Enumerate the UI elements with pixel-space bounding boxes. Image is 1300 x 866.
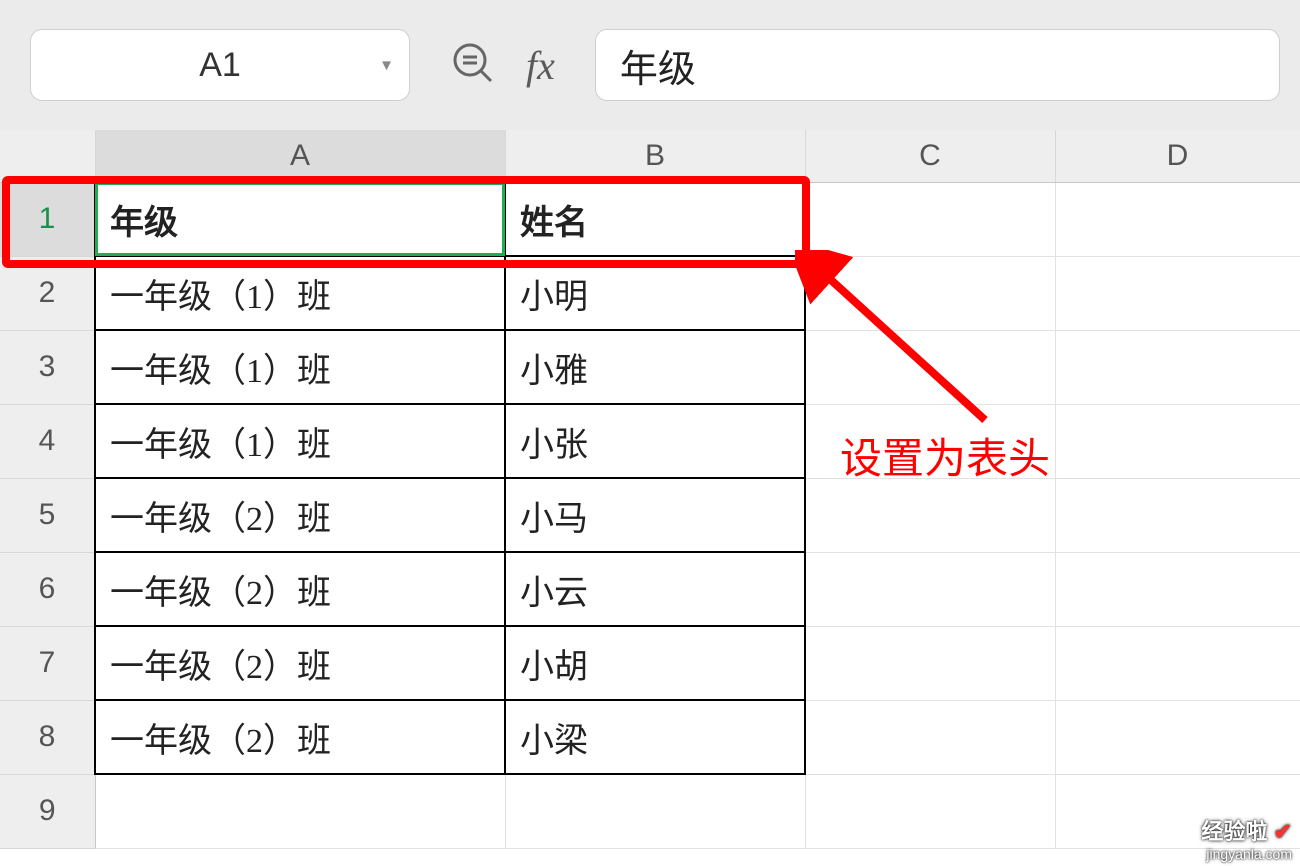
select-all-corner[interactable]	[0, 130, 95, 182]
cell-b9[interactable]	[505, 774, 805, 848]
cell-a1[interactable]: 年级	[95, 182, 505, 256]
row-header[interactable]: 1	[0, 182, 95, 256]
chevron-down-icon: ▾	[382, 55, 391, 76]
row-header[interactable]: 8	[0, 700, 95, 774]
cell-b6[interactable]: 小云	[505, 552, 805, 626]
row-header[interactable]: 5	[0, 478, 95, 552]
cell-d3[interactable]	[1055, 330, 1300, 404]
formula-input[interactable]: 年级	[595, 29, 1280, 101]
column-header-a[interactable]: A	[95, 130, 505, 182]
cell-b4[interactable]: 小张	[505, 404, 805, 478]
search-equals-icon[interactable]	[450, 40, 496, 91]
row-header[interactable]: 2	[0, 256, 95, 330]
row-header[interactable]: 6	[0, 552, 95, 626]
cell-d2[interactable]	[1055, 256, 1300, 330]
spreadsheet-grid[interactable]: A B C D 1 年级 姓名 2 一年级（1）班 小明 3 一年级（1）班 小…	[0, 130, 1300, 866]
table-row: 8 一年级（2）班 小梁	[0, 700, 1300, 774]
cell-c7[interactable]	[805, 626, 1055, 700]
formula-value: 年级	[620, 38, 696, 93]
column-header-b[interactable]: B	[505, 130, 805, 182]
table-row: 4 一年级（1）班 小张	[0, 404, 1300, 478]
table-row: 1 年级 姓名	[0, 182, 1300, 256]
cell-a4[interactable]: 一年级（1）班	[95, 404, 505, 478]
formula-bar: A1 ▾ fx 年级	[0, 0, 1300, 130]
table-row: 6 一年级（2）班 小云	[0, 552, 1300, 626]
cell-c2[interactable]	[805, 256, 1055, 330]
cell-d9[interactable]	[1055, 774, 1300, 848]
cell-d8[interactable]	[1055, 700, 1300, 774]
row-header[interactable]: 9	[0, 774, 95, 848]
cell-a8[interactable]: 一年级（2）班	[95, 700, 505, 774]
cell-b1[interactable]: 姓名	[505, 182, 805, 256]
table-row: 9	[0, 774, 1300, 848]
cell-c3[interactable]	[805, 330, 1055, 404]
name-box[interactable]: A1 ▾	[30, 29, 410, 101]
row-header[interactable]: 3	[0, 330, 95, 404]
cell-a7[interactable]: 一年级（2）班	[95, 626, 505, 700]
row-header[interactable]: 4	[0, 404, 95, 478]
table-row: 2 一年级（1）班 小明	[0, 256, 1300, 330]
cell-d1[interactable]	[1055, 182, 1300, 256]
table-row: 7 一年级（2）班 小胡	[0, 626, 1300, 700]
cell-c8[interactable]	[805, 700, 1055, 774]
cell-a9[interactable]	[95, 774, 505, 848]
cell-c6[interactable]	[805, 552, 1055, 626]
cell-d6[interactable]	[1055, 552, 1300, 626]
column-header-d[interactable]: D	[1055, 130, 1300, 182]
cell-b2[interactable]: 小明	[505, 256, 805, 330]
cell-a5[interactable]: 一年级（2）班	[95, 478, 505, 552]
table-row: 5 一年级（2）班 小马	[0, 478, 1300, 552]
cell-d7[interactable]	[1055, 626, 1300, 700]
cell-b7[interactable]: 小胡	[505, 626, 805, 700]
cell-d5[interactable]	[1055, 478, 1300, 552]
cell-c5[interactable]	[805, 478, 1055, 552]
cell-c4[interactable]	[805, 404, 1055, 478]
cell-d4[interactable]	[1055, 404, 1300, 478]
cell-b3[interactable]: 小雅	[505, 330, 805, 404]
column-header-row: A B C D	[0, 130, 1300, 182]
table-row: 3 一年级（1）班 小雅	[0, 330, 1300, 404]
cell-a3[interactable]: 一年级（1）班	[95, 330, 505, 404]
row-header[interactable]: 7	[0, 626, 95, 700]
cell-a6[interactable]: 一年级（2）班	[95, 552, 505, 626]
cell-a2[interactable]: 一年级（1）班	[95, 256, 505, 330]
column-header-c[interactable]: C	[805, 130, 1055, 182]
cell-b5[interactable]: 小马	[505, 478, 805, 552]
cell-c1[interactable]	[805, 182, 1055, 256]
name-box-value: A1	[199, 46, 241, 85]
fx-icon[interactable]: fx	[526, 42, 555, 89]
cell-b8[interactable]: 小梁	[505, 700, 805, 774]
fx-group: fx	[450, 40, 555, 91]
cell-c9[interactable]	[805, 774, 1055, 848]
